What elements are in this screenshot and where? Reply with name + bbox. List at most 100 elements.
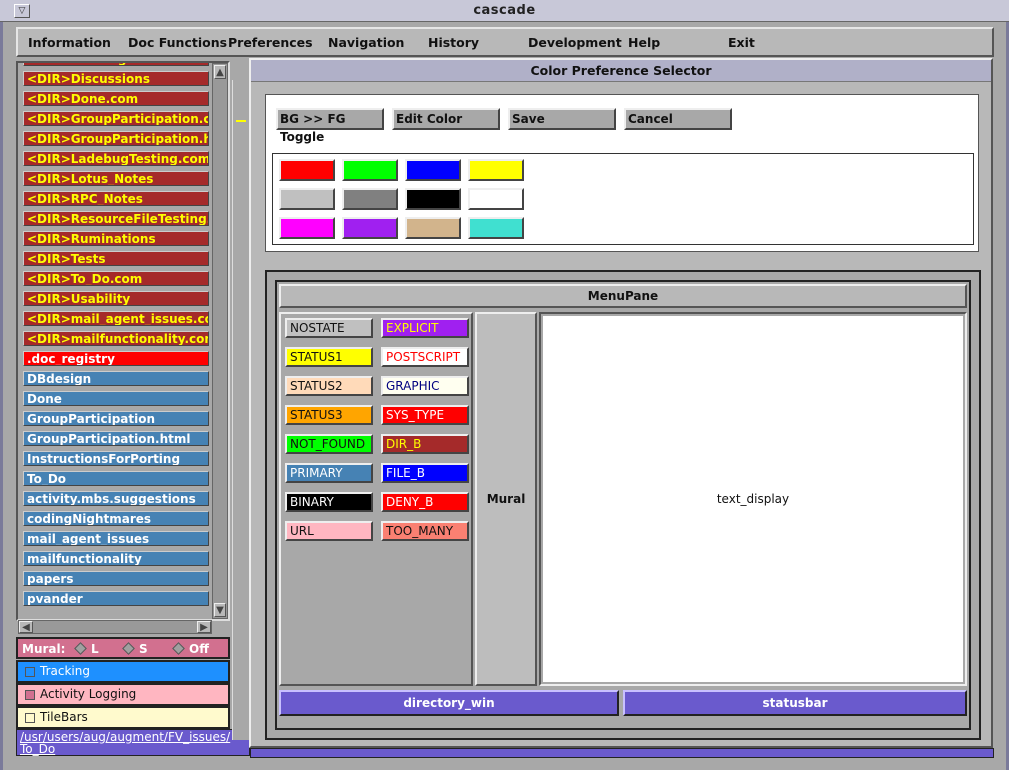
menu-development[interactable]: Development — [528, 35, 622, 50]
color-swatch[interactable] — [405, 159, 461, 181]
directory-item[interactable]: mailfunctionality — [23, 551, 209, 566]
scroll-right-arrow-icon[interactable]: ▶ — [197, 621, 211, 633]
directory-item[interactable]: mail_agent_issues — [23, 531, 209, 546]
state-status3-button[interactable]: STATUS3 — [285, 405, 373, 425]
color-swatch[interactable] — [405, 217, 461, 239]
state-dir-b-button[interactable]: DIR_B — [381, 434, 469, 454]
color-swatch[interactable] — [468, 159, 524, 181]
state-primary-button[interactable]: PRIMARY — [285, 463, 373, 483]
directory-item[interactable]: GroupParticipation.html — [23, 431, 209, 446]
state-file-b-button[interactable]: FILE_B — [381, 463, 469, 483]
directory-item[interactable]: GroupParticipation — [23, 411, 209, 426]
color-swatch[interactable] — [342, 159, 398, 181]
directory-item[interactable]: <DIR>ResourceFileTesting.com — [23, 211, 209, 226]
text-display[interactable]: text_display — [539, 312, 967, 686]
bg-fg-toggle-button[interactable]: BG >> FG Toggle — [276, 108, 384, 144]
directory-item[interactable]: <DIR>Lotus_Notes — [23, 171, 209, 186]
menu-doc-functions[interactable]: Doc Functions — [128, 35, 227, 50]
directory-item[interactable]: <DIR>Done.com — [23, 91, 209, 106]
directory-item[interactable]: <DIR>mailfunctionality.com — [23, 331, 209, 346]
directory-list[interactable]: <DIR>DBdesign.com <DIR>Discussions <DIR>Do… — [16, 61, 230, 621]
directory-item[interactable]: <DIR>DBdesign.com — [23, 63, 209, 66]
directory-horizontal-scrollbar[interactable]: ◀ ▶ — [18, 620, 212, 634]
menu-history[interactable]: History — [428, 35, 479, 50]
directory-item[interactable]: <DIR>RPC_Notes — [23, 191, 209, 206]
toggle-activity-logging[interactable]: Activity Logging — [16, 683, 230, 706]
mural-button[interactable]: Mural — [475, 312, 537, 686]
toggle-tracking[interactable]: Tracking — [16, 660, 230, 683]
state-postscript-button[interactable]: POSTSCRIPT — [381, 347, 469, 367]
scroll-down-arrow-icon[interactable]: ▼ — [214, 603, 226, 617]
directory-item[interactable]: <DIR>GroupParticipation.com — [23, 111, 209, 126]
menu-navigation[interactable]: Navigation — [328, 35, 404, 50]
menu-preview-outer: MenuPane NOSTATE EXPLICIT STATUS1 POSTSCRIP… — [265, 270, 981, 740]
color-swatch[interactable] — [279, 159, 335, 181]
state-not-found-button[interactable]: NOT_FOUND — [285, 434, 373, 454]
color-swatch[interactable] — [279, 217, 335, 239]
save-button[interactable]: Save — [508, 108, 616, 130]
state-color-panel: NOSTATE EXPLICIT STATUS1 POSTSCRIPT STATUS2 G… — [279, 312, 473, 686]
menu-preferences[interactable]: Preferences — [228, 35, 313, 50]
color-swatch[interactable] — [279, 188, 335, 210]
radio-diamond-icon[interactable] — [172, 642, 185, 655]
directory-item[interactable]: <DIR>Discussions — [23, 71, 209, 86]
menu-help[interactable]: Help — [628, 35, 660, 50]
color-swatch[interactable] — [405, 188, 461, 210]
directory-item[interactable]: <DIR>Ruminations — [23, 231, 209, 246]
menubar: Information Doc Functions Preferences Na… — [16, 27, 994, 57]
directory-item[interactable]: <DIR>mail_agent_issues.com — [23, 311, 209, 326]
directory-item[interactable]: <DIR>LadebugTesting.com — [23, 151, 209, 166]
toggle-tilebars[interactable]: TileBars — [16, 706, 230, 729]
menu-exit[interactable]: Exit — [728, 35, 755, 50]
state-explicit-button[interactable]: EXPLICIT — [381, 318, 469, 338]
edit-color-button[interactable]: Edit Color — [392, 108, 500, 130]
checkbox-icon[interactable] — [25, 713, 35, 723]
checkbox-icon[interactable] — [25, 690, 35, 700]
state-deny-b-button[interactable]: DENY_B — [381, 492, 469, 512]
window-title: cascade — [473, 3, 536, 18]
directory-item[interactable]: <DIR>Tests — [23, 251, 209, 266]
mural-selector: Mural: L S Off — [16, 637, 230, 659]
cancel-button[interactable]: Cancel — [624, 108, 732, 130]
radio-diamond-icon[interactable] — [122, 642, 135, 655]
menu-information[interactable]: Information — [28, 35, 111, 50]
color-swatch[interactable] — [342, 217, 398, 239]
color-swatch-grid — [272, 153, 974, 245]
state-status1-button[interactable]: STATUS1 — [285, 347, 373, 367]
background-pane — [232, 80, 250, 740]
directory-item[interactable]: To_Do — [23, 471, 209, 486]
menupane-button[interactable]: MenuPane — [279, 284, 967, 308]
directory-vertical-scrollbar[interactable]: ▲ ▼ — [212, 63, 228, 619]
mural-option-off[interactable]: Off — [172, 642, 209, 656]
directory-win-button[interactable]: directory_win — [279, 690, 619, 716]
state-too-many-button[interactable]: TOO_MANY — [381, 521, 469, 541]
directory-item[interactable]: .doc_registry — [23, 351, 209, 366]
directory-item[interactable]: papers — [23, 571, 209, 586]
directory-item[interactable]: pvander — [23, 591, 209, 606]
checkbox-icon[interactable] — [25, 667, 35, 677]
state-nostate-button[interactable]: NOSTATE — [285, 318, 373, 338]
statusbar-button[interactable]: statusbar — [623, 690, 967, 716]
directory-item[interactable]: <DIR>To_Do.com — [23, 271, 209, 286]
state-sys-type-button[interactable]: SYS_TYPE — [381, 405, 469, 425]
directory-item[interactable]: <DIR>GroupParticipation.html.com — [23, 131, 209, 146]
radio-diamond-icon[interactable] — [74, 642, 87, 655]
state-graphic-button[interactable]: GRAPHIC — [381, 376, 469, 396]
directory-item[interactable]: DBdesign — [23, 371, 209, 386]
directory-item[interactable]: <DIR>Usability — [23, 291, 209, 306]
scroll-up-arrow-icon[interactable]: ▲ — [214, 65, 226, 79]
mural-option-s[interactable]: S — [122, 642, 148, 656]
mural-option-l[interactable]: L — [74, 642, 99, 656]
state-status2-button[interactable]: STATUS2 — [285, 376, 373, 396]
scroll-left-arrow-icon[interactable]: ◀ — [19, 621, 33, 633]
state-binary-button[interactable]: BINARY — [285, 492, 373, 512]
toggle-label: Activity Logging — [40, 687, 137, 701]
state-url-button[interactable]: URL — [285, 521, 373, 541]
color-swatch[interactable] — [468, 217, 524, 239]
directory-item[interactable]: Done — [23, 391, 209, 406]
color-swatch[interactable] — [342, 188, 398, 210]
directory-item[interactable]: InstructionsForPorting — [23, 451, 209, 466]
directory-item[interactable]: activity.mbs.suggestions — [23, 491, 209, 506]
color-swatch[interactable] — [468, 188, 524, 210]
directory-item[interactable]: codingNightmares — [23, 511, 209, 526]
